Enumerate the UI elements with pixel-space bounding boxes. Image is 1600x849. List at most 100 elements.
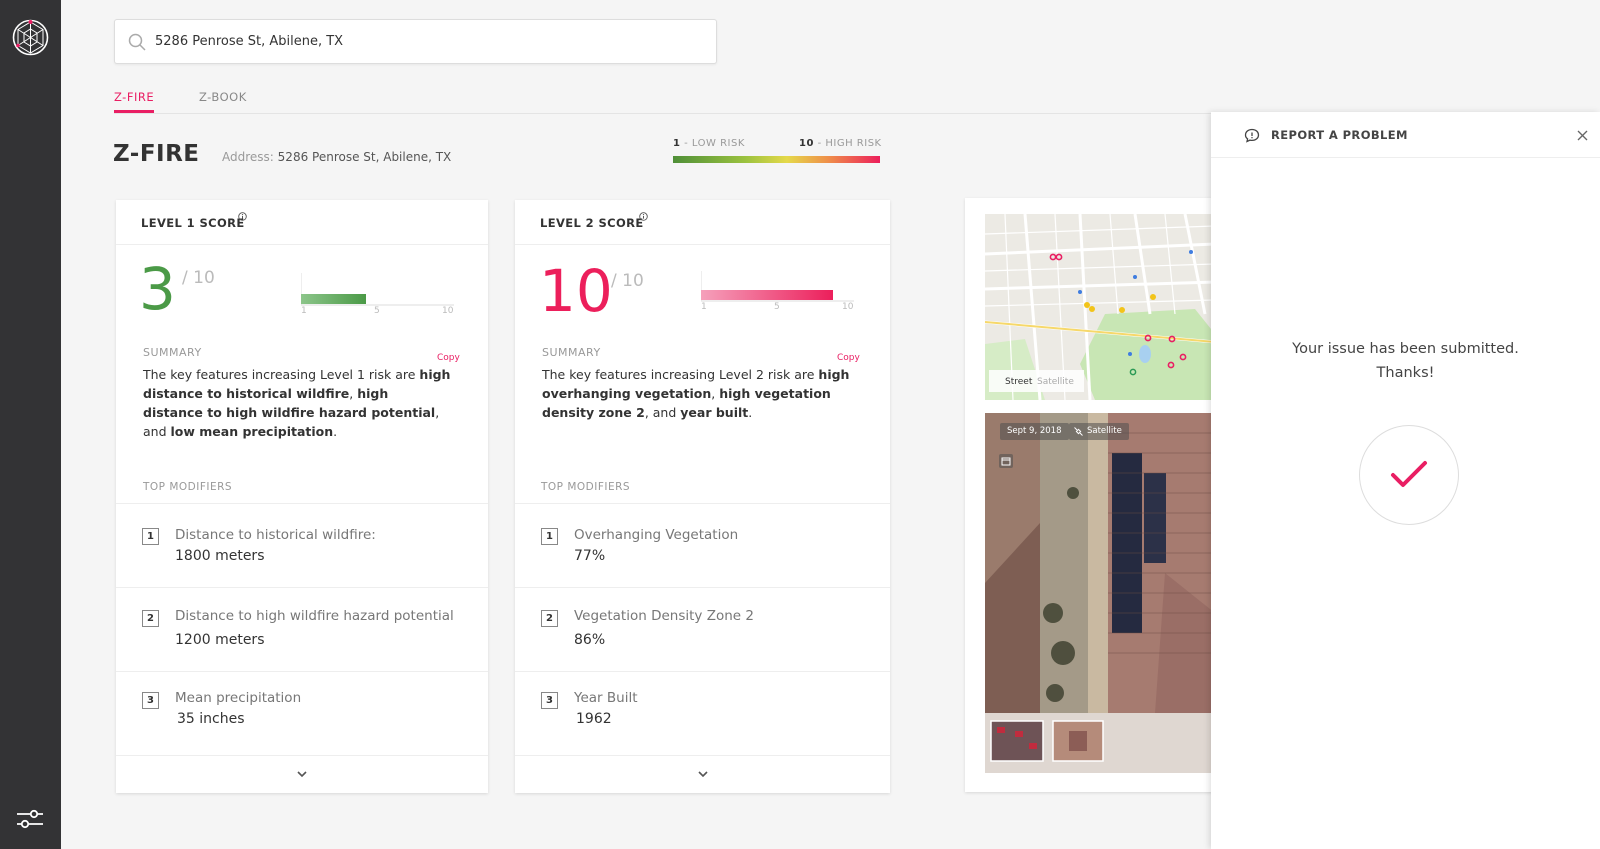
address-line: Address: 5286 Penrose St, Abilene, TX: [222, 150, 451, 164]
map-satellite-toggle: Satellite: [1037, 377, 1074, 387]
chevron-down-icon[interactable]: [295, 767, 309, 781]
modifier-number: 2: [541, 610, 558, 627]
level-2-modifiers-label: TOP MODIFIERS: [541, 481, 631, 493]
modifier-name: Vegetation Density Zone 2: [574, 608, 754, 624]
summary-bold: low mean precipitation: [170, 424, 334, 439]
level-1-expand[interactable]: [116, 755, 488, 793]
modifier-number: 2: [142, 610, 159, 627]
report-title: REPORT A PROBLEM: [1271, 128, 1408, 142]
map-illustration: Street Satellite: [984, 213, 1216, 401]
modifier-name: Overhanging Vegetation: [574, 527, 739, 543]
satellite-image[interactable]: Sept 9, 2018 Satellite: [985, 413, 1215, 773]
level-1-score: 3: [139, 255, 176, 323]
summary-text: , and: [644, 405, 681, 420]
level-2-card: LEVEL 2 SCORE 10 / 10 1 5 10 SUMMARY Cop…: [515, 200, 890, 793]
modifier-number: 1: [541, 528, 558, 545]
summary-text: The key features increasing Level 2 risk…: [542, 367, 819, 382]
level-2-score: 10: [539, 257, 613, 325]
level-2-summary: The key features increasing Level 2 risk…: [542, 365, 850, 422]
legend-low: 1 - LOW RISK: [673, 138, 745, 149]
chevron-down-icon[interactable]: [696, 767, 710, 781]
level-2-copy-link[interactable]: Copy: [837, 353, 860, 363]
info-icon[interactable]: [639, 212, 648, 221]
level-1-tick-10: 10: [442, 306, 454, 313]
check-icon: [1391, 461, 1427, 487]
modifier-number: 3: [142, 692, 159, 709]
modifier-number: 3: [541, 692, 558, 709]
level-1-card: LEVEL 1 SCORE 3 / 10 1 5 10 SUMMARY Copy…: [116, 200, 488, 793]
modifier-row: 1 Distance to historical wildfire: 1800 …: [116, 503, 488, 587]
report-problem-panel: REPORT A PROBLEM Your issue has been sub…: [1211, 112, 1600, 849]
summary-text: The key features increasing Level 1 risk…: [143, 367, 420, 382]
level-1-tick-5: 5: [374, 306, 380, 313]
legend-high-text: - HIGH RISK: [813, 138, 882, 149]
imagery-panel: Street Satellite Sept 9, 2018 Satellite: [965, 198, 1216, 792]
success-message-line-1: Your issue has been submitted.: [1292, 341, 1519, 357]
summary-text: .: [748, 405, 753, 420]
close-icon[interactable]: [1577, 130, 1588, 141]
modifier-value: 86%: [574, 632, 606, 648]
report-header: REPORT A PROBLEM: [1211, 112, 1600, 158]
level-1-bar-fill: [301, 294, 366, 304]
imagery-date-pill[interactable]: Sept 9, 2018: [1000, 423, 1069, 440]
chat-alert-icon: [1244, 128, 1260, 143]
modifier-name: Distance to high wildfire hazard potenti…: [175, 608, 454, 624]
level-1-title: LEVEL 1 SCORE: [141, 216, 245, 230]
modifier-value: 1200 meters: [175, 632, 265, 648]
level-1-copy-link[interactable]: Copy: [437, 353, 460, 363]
modifier-value: 77%: [574, 548, 606, 564]
modifier-row: 2 Distance to high wildfire hazard poten…: [116, 587, 488, 671]
sliders-icon[interactable]: [15, 807, 45, 831]
satellite-mode-pill[interactable]: Satellite: [1069, 423, 1129, 440]
address-value: 5286 Penrose St, Abilene, TX: [277, 150, 452, 164]
level-2-header: LEVEL 2 SCORE: [515, 200, 890, 245]
modifier-row: 3 Year Built 1962: [515, 671, 890, 755]
level-1-header: LEVEL 1 SCORE: [116, 200, 488, 245]
modifier-name: Distance to historical wildfire:: [175, 527, 376, 543]
level-2-title: LEVEL 2 SCORE: [540, 216, 644, 230]
address-label: Address:: [222, 150, 274, 164]
search-icon: [128, 33, 146, 51]
success-message-line-2: Thanks!: [1376, 365, 1435, 381]
modifier-name: Year Built: [574, 690, 638, 706]
satellite-illustration: [985, 413, 1215, 773]
product-tabs: Z-FIRE Z-BOOK: [114, 86, 1224, 114]
page-title: Z-FIRE: [113, 141, 200, 167]
address-search: [114, 19, 717, 64]
modifier-row: 2 Vegetation Density Zone 2 86%: [515, 587, 890, 671]
satellite-icon: [1074, 427, 1083, 436]
map-street-toggle: Street: [1005, 377, 1033, 387]
risk-gradient-bar: [673, 156, 880, 163]
level-2-tick-1: 1: [701, 302, 707, 311]
level-2-tick-10: 10: [842, 302, 854, 311]
level-1-modifiers-label: TOP MODIFIERS: [143, 481, 233, 493]
legend-low-text: - LOW RISK: [680, 138, 745, 149]
level-1-tick-1: 1: [301, 306, 307, 313]
level-2-summary-label: SUMMARY: [542, 346, 601, 359]
level-2-tick-5: 5: [774, 302, 780, 311]
left-rail: [0, 0, 61, 849]
level-2-score-bar: 1 5 10: [701, 271, 854, 311]
tab-z-fire[interactable]: Z-FIRE: [114, 90, 155, 113]
tab-z-book[interactable]: Z-BOOK: [199, 90, 247, 104]
modifier-name: Mean precipitation: [175, 690, 302, 706]
modifier-row: 1 Overhanging Vegetation 77%: [515, 503, 890, 587]
level-1-summary-label: SUMMARY: [143, 346, 202, 359]
level-1-summary: The key features increasing Level 1 risk…: [143, 365, 451, 441]
level-2-expand[interactable]: [515, 755, 890, 793]
modifier-value: 1800 meters: [175, 548, 265, 564]
modifier-row: 3 Mean precipitation 35 inches: [116, 671, 488, 755]
logo-icon[interactable]: [12, 19, 49, 56]
level-1-score-bar: 1 5 10: [301, 273, 454, 313]
modifier-number: 1: [142, 528, 159, 545]
modifier-value: 35 inches: [177, 711, 245, 727]
legend-high-num: 10: [799, 138, 814, 149]
satellite-mode-label: Satellite: [1087, 426, 1122, 436]
summary-text: ,: [349, 386, 358, 401]
summary-bold: year built: [680, 405, 749, 420]
info-icon[interactable]: [238, 212, 247, 221]
street-map[interactable]: Street Satellite: [984, 213, 1216, 401]
search-input[interactable]: [155, 20, 705, 63]
level-1-out-of: / 10: [182, 268, 215, 288]
legend-high: 10 - HIGH RISK: [799, 138, 882, 149]
